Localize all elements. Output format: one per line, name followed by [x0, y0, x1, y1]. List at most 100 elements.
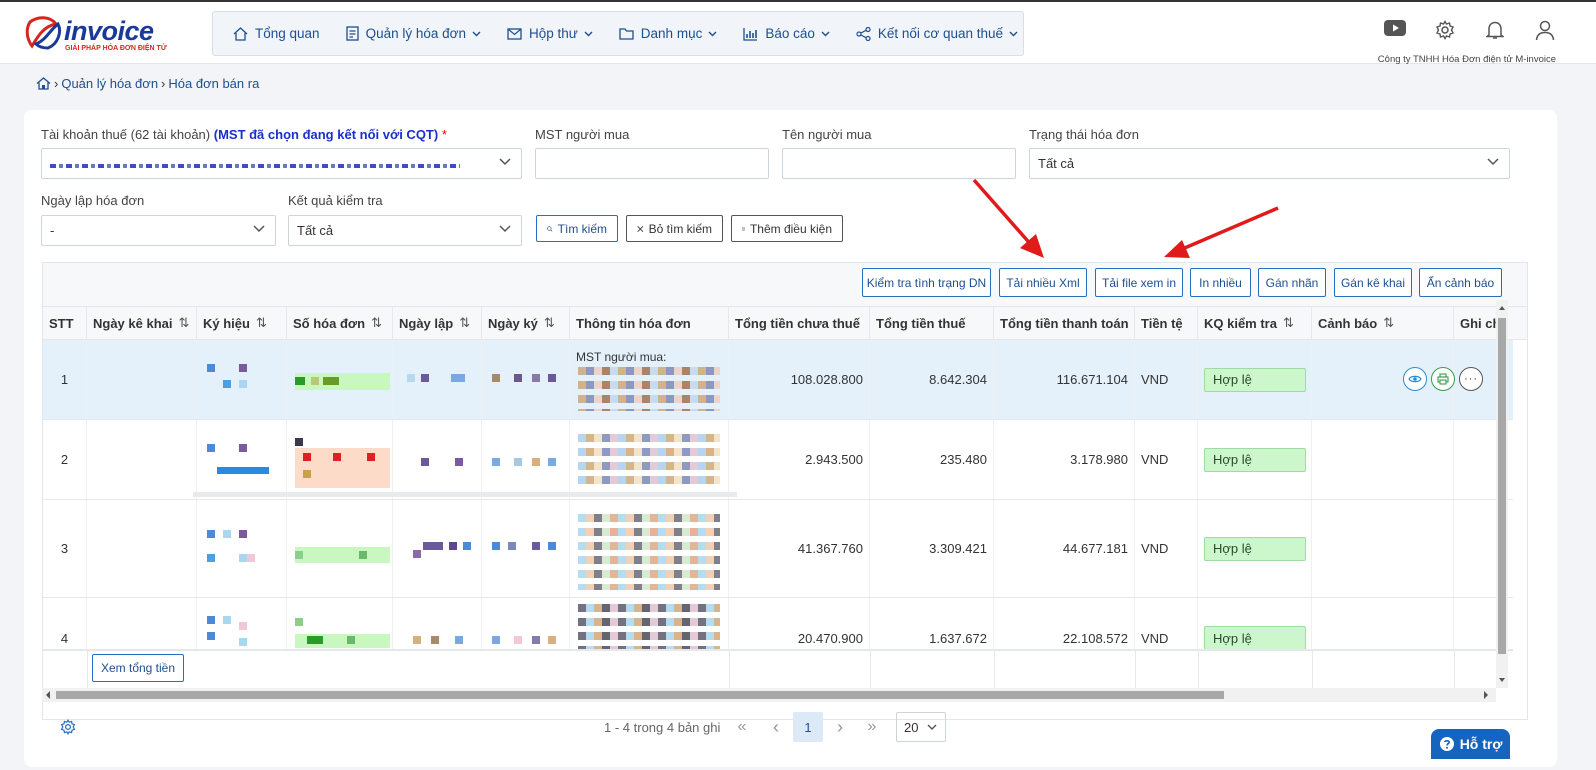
table-row[interactable]: 3 41.367.760 3.309.421 44.677.181 VND Hợ… [43, 492, 1513, 598]
row-check-cell: Hợp lệ [1198, 500, 1312, 597]
more-actions-button[interactable]: ··· [1459, 367, 1483, 391]
row-created-date-redacted [393, 420, 482, 499]
view-button[interactable] [1403, 367, 1427, 391]
nav-reports[interactable]: Báo cáo [743, 26, 830, 41]
assign-declare-button[interactable]: Gán kê khai [1334, 268, 1412, 297]
sort-icon[interactable]: ⇅ [1283, 315, 1294, 331]
buyer-name-input[interactable] [782, 148, 1016, 179]
nav-mailbox[interactable]: Hộp thư [507, 26, 593, 41]
buyer-tax-input[interactable] [535, 148, 769, 179]
row-overlay-divider [193, 492, 737, 497]
row-invoice-number-redacted [287, 500, 393, 597]
main-nav: Tổng quan Quản lý hóa đơn Hộp thư Danh m… [212, 11, 1024, 56]
vertical-scrollbar[interactable] [1496, 300, 1508, 688]
sort-icon[interactable]: ⇅ [1383, 315, 1394, 331]
pagination-summary: 1 - 4 trong 4 bản ghi [604, 719, 721, 735]
breadcrumb: › Quản lý hóa đơn › Hóa đơn bán ra [36, 76, 259, 91]
row-check-cell: Hợp lệ [1198, 340, 1312, 419]
add-condition-button[interactable]: Thêm điều kiện [731, 215, 843, 242]
page-size-select[interactable]: 20 [896, 712, 946, 742]
sort-icon[interactable]: ⇅ [256, 315, 267, 331]
col-declare-date-label: Ngày kê khai [93, 315, 173, 331]
row-tax: 8.642.304 [870, 340, 994, 419]
youtube-button[interactable] [1370, 20, 1420, 41]
nav-mailbox-label: Hộp thư [528, 26, 578, 41]
chevron-down-icon [1487, 158, 1499, 166]
home-icon[interactable] [36, 77, 51, 90]
horizontal-scroll-thumb[interactable] [56, 691, 1224, 699]
first-page-button[interactable]: « [734, 712, 750, 742]
breadcrumb-sales-invoices[interactable]: Hóa đơn bán ra [168, 76, 259, 91]
nav-tax-connection[interactable]: Kết nối cơ quan thuế [856, 26, 1018, 41]
invoice-date-select[interactable]: - [41, 215, 276, 246]
download-xml-button[interactable]: Tải nhiều Xml [999, 268, 1087, 297]
table-row[interactable]: 2 2.943.500 235.480 3.178.980 VND Hợp lệ [43, 420, 1513, 500]
assign-label-button[interactable]: Gán nhãn [1258, 268, 1326, 297]
col-pretax: Tổng tiền chưa thuế [729, 307, 870, 340]
col-invoice-number[interactable]: Số hóa đơn ⇅ [287, 307, 393, 340]
nav-catalog[interactable]: Danh mục [619, 26, 718, 41]
scroll-down-icon[interactable] [1496, 674, 1508, 686]
col-symbol[interactable]: Ký hiệu ⇅ [197, 307, 287, 340]
add-box-icon [742, 227, 745, 230]
vertical-scroll-thumb[interactable] [1498, 318, 1506, 654]
col-signed-date[interactable]: Ngày ký ⇅ [482, 307, 570, 340]
current-page[interactable]: 1 [793, 712, 823, 742]
print-button[interactable] [1431, 367, 1455, 391]
table-row[interactable]: 4 20.470.900 1.637.672 22.108.572 VND Hợ… [43, 598, 1513, 650]
row-created-date-redacted [393, 598, 482, 649]
col-declare-date[interactable]: Ngày kê khai ⇅ [87, 307, 197, 340]
breadcrumb-invoice-management[interactable]: Quản lý hóa đơn [61, 76, 158, 91]
search-button[interactable]: Tìm kiếm [536, 215, 618, 242]
scroll-left-icon[interactable] [42, 688, 54, 702]
notifications-button[interactable] [1470, 20, 1520, 41]
invoice-status-select[interactable]: Tất cả [1029, 148, 1510, 179]
sort-icon[interactable]: ⇅ [544, 315, 555, 331]
col-stt: STT [43, 307, 87, 340]
scroll-right-icon[interactable] [1480, 688, 1492, 702]
mail-icon [507, 27, 522, 40]
row-declare-date [87, 598, 197, 649]
row-symbol-redacted [197, 340, 287, 419]
col-created-date[interactable]: Ngày lập ⇅ [393, 307, 482, 340]
check-business-status-button[interactable]: Kiểm tra tình trạng DN [862, 268, 991, 297]
invoice-status-value: Tất cả [1038, 156, 1075, 171]
table-row[interactable]: 1 MST người mua: 108.028.800 8.642.304 1… [43, 340, 1513, 420]
brand-logo[interactable]: invoice GIẢI PHÁP HÓA ĐƠN ĐIỆN TỬ [24, 14, 174, 56]
row-symbol-redacted [197, 420, 287, 499]
next-page-button[interactable]: › [832, 712, 848, 742]
add-condition-label: Thêm điều kiện [749, 221, 832, 236]
row-invoice-info [570, 598, 729, 649]
user-menu-button[interactable] [1520, 20, 1570, 41]
chevron-down-icon [708, 31, 717, 36]
page-size-value: 20 [904, 719, 919, 735]
view-total-button[interactable]: Xem tổng tiền [92, 654, 184, 682]
col-warning[interactable]: Cảnh báo ⇅ [1312, 307, 1454, 340]
clear-search-button[interactable]: Bỏ tìm kiếm [626, 215, 723, 242]
gear-icon [1436, 20, 1454, 40]
row-created-date-redacted [393, 500, 482, 597]
row-total: 44.677.181 [994, 500, 1135, 597]
print-many-button[interactable]: In nhiều [1190, 268, 1251, 297]
prev-page-button[interactable]: ‹ [768, 712, 784, 742]
col-check-result[interactable]: KQ kiểm tra ⇅ [1198, 307, 1312, 340]
sort-icon[interactable]: ⇅ [371, 315, 382, 331]
scroll-up-icon[interactable] [1496, 302, 1508, 314]
sort-icon[interactable]: ⇅ [459, 315, 470, 331]
invoice-table: STT Ngày kê khai ⇅ Ký hiệu ⇅ Số hóa đơn ⇅ N… [42, 262, 1528, 720]
table-settings-button[interactable] [60, 712, 76, 742]
last-page-button[interactable]: » [864, 712, 880, 742]
row-signed-date-redacted [482, 598, 570, 649]
status-badge: Hợp lệ [1204, 447, 1306, 472]
hide-warning-button[interactable]: Ẩn cảnh báo [1419, 268, 1502, 297]
settings-button[interactable] [1420, 20, 1470, 41]
nav-overview[interactable]: Tổng quan [233, 26, 320, 41]
sort-icon[interactable]: ⇅ [179, 315, 190, 331]
nav-invoice-management[interactable]: Quản lý hóa đơn [345, 26, 481, 41]
tax-account-select[interactable] [41, 148, 522, 179]
horizontal-scrollbar[interactable] [42, 688, 1496, 702]
row-pretax: 41.367.760 [729, 500, 870, 597]
help-button[interactable]: Hỗ trợ [1431, 729, 1510, 759]
download-print-view-button[interactable]: Tải file xem in [1095, 268, 1183, 297]
check-result-select[interactable]: Tất cả [288, 215, 522, 246]
